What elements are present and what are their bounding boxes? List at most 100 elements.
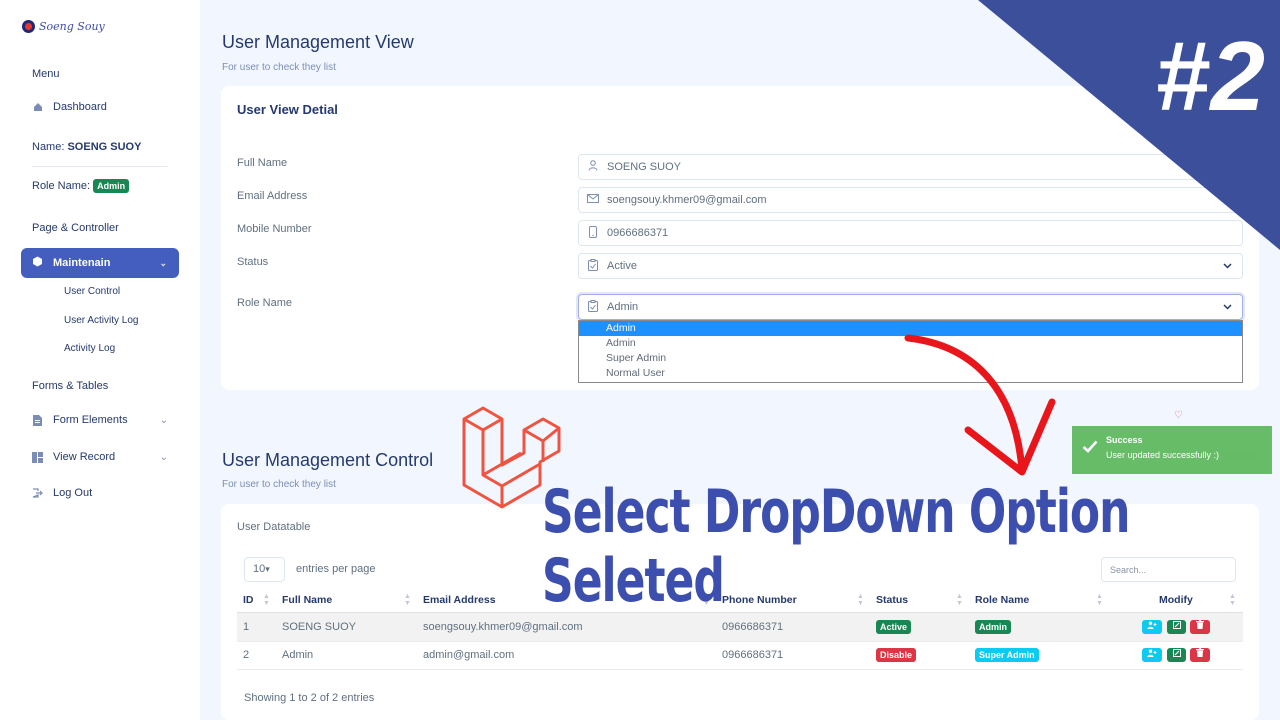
- status-badge: Active: [876, 620, 912, 634]
- role-value: Admin: [607, 301, 639, 313]
- cell-email: soengsouy.khmer09@gmail.com: [423, 621, 583, 633]
- name-value: SOENG SUOY: [67, 141, 142, 153]
- toast-title: Success: [1106, 435, 1143, 445]
- delete-button[interactable]: [1190, 620, 1210, 634]
- check-icon: [1082, 440, 1098, 458]
- menu-title: Menu: [32, 68, 60, 80]
- email-field[interactable]: soengsouy.khmer09@gmail.com: [578, 187, 1243, 213]
- delete-button[interactable]: [1190, 648, 1210, 662]
- cell-email: admin@gmail.com: [423, 649, 515, 661]
- user-plus-icon: [1147, 621, 1157, 629]
- cell-name: SOENG SUOY: [282, 621, 356, 633]
- column-header-id[interactable]: ID: [243, 594, 254, 606]
- sidebar-item-label: Log Out: [53, 487, 93, 499]
- section-page-controller: Page & Controller: [32, 222, 119, 234]
- logout-icon: [32, 487, 43, 499]
- label-role: Role Name: [237, 297, 293, 309]
- user-name-line: Name: SOENG SUOY: [32, 141, 141, 153]
- toast-message: User updated successfully :): [1106, 450, 1220, 460]
- page-title: User Management View: [222, 32, 414, 52]
- sidebar-item-dashboard[interactable]: Dashboard: [32, 101, 107, 113]
- clipboard-check-icon: [587, 258, 599, 274]
- full-name-value: SOENG SUOY: [607, 161, 681, 173]
- role-select[interactable]: Admin: [578, 294, 1243, 320]
- label-full-name: Full Name: [237, 157, 288, 169]
- column-header-email[interactable]: Email Address: [423, 594, 496, 606]
- phone-icon: [587, 225, 599, 241]
- sidebar-subitem-user-activity-log[interactable]: User Activity Log: [64, 315, 138, 326]
- row-divider: [237, 641, 1243, 642]
- sort-icon: ▲ ▼: [263, 593, 270, 607]
- role-badge: Super Admin: [975, 648, 1039, 662]
- per-page-value: 10: [253, 563, 266, 575]
- user-plus-button[interactable]: [1142, 648, 1162, 662]
- trash-icon: [1196, 620, 1204, 629]
- logo[interactable]: Soeng Souy: [22, 20, 105, 33]
- role-badge: Admin: [975, 620, 1011, 634]
- hexagon-icon: [32, 256, 43, 270]
- sidebar-item-label: Maintenain: [53, 257, 111, 269]
- column-header-full-name[interactable]: Full Name: [282, 594, 332, 606]
- role-line: Role Name: Admin: [32, 179, 130, 193]
- page-subtitle: For user to check they list: [222, 62, 336, 73]
- clipboard-check-icon: [587, 299, 599, 315]
- edit-icon: [1172, 649, 1181, 657]
- sidebar-item-form-elements[interactable]: Form Elements ⌄: [32, 414, 168, 426]
- email-value: soengsouy.khmer09@gmail.com: [607, 194, 767, 206]
- role-label: Role Name:: [32, 180, 91, 192]
- episode-number: #2: [1154, 21, 1266, 131]
- layout-icon: [32, 451, 43, 463]
- mobile-field[interactable]: 0966686371: [578, 220, 1243, 246]
- name-label: Name:: [32, 141, 65, 153]
- status-select[interactable]: Active: [578, 253, 1243, 279]
- sidebar: Soeng Souy Menu Dashboard Name: SOENG SU…: [0, 0, 200, 720]
- per-page-select[interactable]: 10▾: [244, 557, 285, 582]
- logo-icon: [22, 20, 35, 33]
- section-subtitle: For user to check they list: [222, 479, 336, 490]
- grid-icon: [32, 102, 43, 113]
- red-arrow-icon: [904, 334, 1056, 476]
- edit-button[interactable]: [1167, 648, 1186, 662]
- trash-icon: [1196, 648, 1204, 657]
- card-title: User View Detial: [237, 102, 338, 117]
- label-email: Email Address: [237, 190, 308, 202]
- edit-icon: [1172, 621, 1181, 629]
- per-page-label: entries per page: [296, 563, 376, 575]
- sidebar-item-label: View Record: [53, 451, 116, 463]
- sidebar-item-view-record[interactable]: View Record ⌄: [32, 451, 168, 463]
- user-plus-button[interactable]: [1142, 620, 1162, 634]
- label-mobile: Mobile Number: [237, 223, 312, 235]
- full-name-field[interactable]: SOENG SUOY: [578, 154, 1243, 180]
- sort-icon: ▲ ▼: [404, 593, 411, 607]
- row-divider: [237, 669, 1243, 670]
- cell-id: 2: [243, 649, 250, 661]
- sidebar-subitem-user-control[interactable]: User Control: [64, 286, 120, 297]
- divider: [32, 166, 168, 167]
- logo-text: Soeng Souy: [39, 20, 105, 33]
- cell-id: 1: [243, 621, 250, 633]
- heart-icon: ♡: [1174, 410, 1183, 421]
- status-badge: Disable: [876, 648, 917, 662]
- cell-phone: 0966686371: [722, 621, 784, 633]
- cell-phone: 0966686371: [722, 649, 784, 661]
- envelope-icon: [587, 194, 599, 206]
- chevron-down-icon: ▾: [265, 564, 270, 574]
- sidebar-item-log-out[interactable]: Log Out: [32, 487, 92, 499]
- cell-name: Admin: [282, 649, 314, 661]
- chevron-down-icon: ⌄: [159, 451, 168, 463]
- sidebar-item-maintenance[interactable]: Maintenain ⌄: [21, 248, 179, 278]
- sidebar-item-label: Dashboard: [53, 101, 107, 113]
- chevron-down-icon: ⌄: [159, 414, 168, 426]
- label-status: Status: [237, 256, 269, 268]
- section-forms-tables: Forms & Tables: [32, 380, 109, 392]
- datatable-label: User Datatable: [237, 521, 311, 533]
- status-value: Active: [607, 260, 637, 272]
- overlay-caption: Select DropDown Option Seleted: [542, 478, 1130, 616]
- edit-button[interactable]: [1167, 620, 1186, 634]
- section-title: User Management Control: [222, 450, 434, 470]
- success-toast[interactable]: Success User updated successfully :): [1072, 426, 1272, 474]
- table-info: Showing 1 to 2 of 2 entries: [244, 692, 375, 704]
- chevron-down-icon: [1223, 261, 1232, 272]
- chevron-down-icon: ⌄: [159, 257, 167, 268]
- sidebar-subitem-activity-log[interactable]: Activity Log: [64, 343, 115, 354]
